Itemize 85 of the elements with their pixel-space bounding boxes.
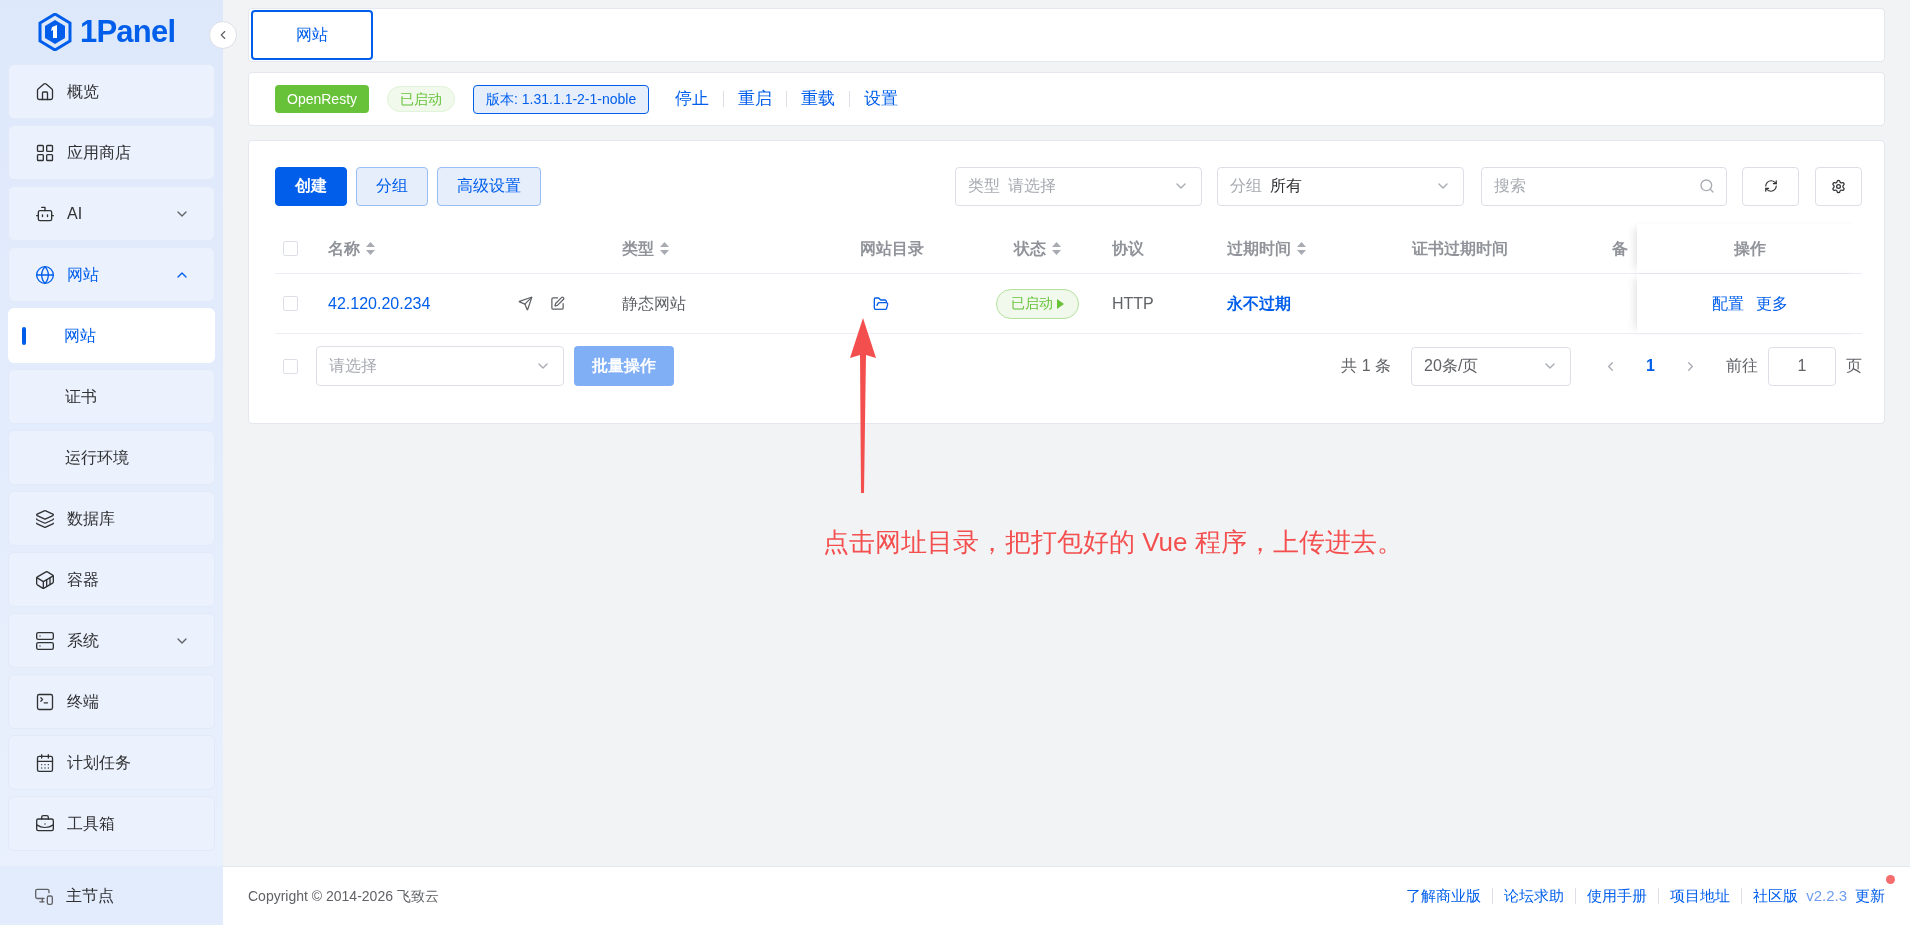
footer-link[interactable]: 社区版 — [1753, 884, 1799, 908]
folder-icon[interactable] — [873, 295, 889, 312]
sidebar-item[interactable]: 计划任务 — [8, 735, 215, 790]
home-icon — [35, 81, 55, 102]
container-icon — [35, 569, 55, 590]
table-cell-text: 静态网站 — [622, 293, 686, 314]
globe-icon — [35, 264, 55, 285]
column-header: 网站目录 — [860, 238, 924, 259]
logo-text: 1Panel — [80, 12, 176, 51]
sidebar-item[interactable]: 应用商店 — [8, 125, 215, 180]
settings-icon — [1831, 178, 1846, 194]
sidebar-item[interactable]: 系统 — [8, 613, 215, 668]
update-link[interactable]: 更新 — [1855, 886, 1885, 904]
column-header: 证书过期时间 — [1412, 238, 1508, 259]
column-header: 名称 — [328, 238, 360, 259]
sidebar-item[interactable]: 工具箱 — [8, 796, 215, 851]
sidebar-item[interactable]: 概览 — [8, 64, 215, 119]
footer-link[interactable]: 项目地址 — [1670, 884, 1731, 908]
sidebar-item[interactable]: AI — [8, 186, 215, 241]
sidebar-item[interactable]: 网站 — [8, 247, 215, 302]
row-action-link[interactable]: 配置 — [1711, 291, 1744, 316]
filter-select[interactable]: 分组 所有 — [1217, 166, 1464, 206]
version-tag: 版本: 1.31.1.1-2-1-noble — [473, 84, 650, 114]
goto-label: 前往 — [1726, 356, 1758, 376]
toolbox-icon — [35, 813, 55, 834]
search-field[interactable]: 搜索 — [1481, 166, 1727, 206]
page-input[interactable]: 1 — [1768, 346, 1836, 386]
column-header: 过期时间 — [1227, 238, 1291, 259]
sort-icon[interactable] — [1297, 242, 1306, 255]
app-tag: OpenResty — [275, 85, 370, 113]
table-cell-text: HTTP — [1112, 293, 1154, 314]
toolbar-button[interactable]: 高级设置 — [437, 166, 541, 206]
sidebar-subitem[interactable]: 运行环境 — [8, 430, 215, 485]
checkbox[interactable] — [283, 241, 298, 256]
row-action-link[interactable]: 更多 — [1755, 291, 1788, 316]
tab[interactable]: 网站 — [251, 10, 373, 60]
toolbar-button[interactable]: 分组 — [356, 166, 428, 206]
server-icon — [35, 630, 55, 651]
sidebar-item[interactable]: 终端 — [8, 674, 215, 729]
terminal-icon — [35, 691, 55, 712]
sort-icon[interactable] — [1052, 242, 1061, 255]
expiry-link[interactable]: 永不过期 — [1227, 291, 1291, 316]
search-icon — [1699, 177, 1715, 194]
sort-icon[interactable] — [366, 242, 375, 255]
version-text: v2.2.3 — [1806, 885, 1847, 906]
action-link[interactable]: 重载 — [801, 86, 836, 112]
page-number[interactable]: 1 — [1646, 354, 1655, 378]
page-size-select[interactable]: 20条/页 — [1411, 346, 1572, 386]
play-icon — [1057, 298, 1064, 309]
annotation-text: 点击网址目录，把打包好的 Vue 程序，上传进去。 — [823, 526, 1403, 559]
sidebar-subitem[interactable]: 证书 — [8, 369, 215, 424]
calendar-icon — [35, 752, 55, 773]
copyright-text: Copyright © 2014-2026 飞致云 — [248, 886, 439, 906]
status-tag: 已启动 — [387, 86, 456, 112]
column-header: 类型 — [622, 238, 654, 259]
node-item[interactable]: 主节点 — [0, 866, 223, 925]
settings-button[interactable] — [1815, 166, 1862, 206]
refresh-icon — [1763, 179, 1778, 193]
column-header: 协议 — [1112, 238, 1144, 259]
send-icon[interactable] — [518, 296, 533, 311]
action-link[interactable]: 设置 — [864, 86, 899, 112]
footer-link[interactable]: 论坛求助 — [1504, 884, 1565, 908]
edit-icon[interactable] — [550, 296, 565, 311]
column-header: 备 — [1612, 238, 1628, 259]
refresh-button[interactable] — [1742, 166, 1799, 206]
site-link[interactable]: 42.120.20.234 — [328, 291, 518, 316]
sidebar-item[interactable]: 容器 — [8, 552, 215, 607]
sidebar-subitem[interactable]: 网站 — [8, 308, 215, 363]
action-link[interactable]: 重启 — [738, 86, 773, 112]
sort-icon[interactable] — [660, 242, 669, 255]
sidebar-item[interactable]: 数据库 — [8, 491, 215, 546]
action-link[interactable]: 停止 — [675, 86, 710, 112]
footer-link[interactable]: 了解商业版 — [1406, 884, 1482, 908]
layers-icon — [35, 508, 55, 529]
toolbar-button[interactable]: 创建 — [275, 166, 347, 206]
column-header: 状态 — [1014, 238, 1046, 259]
active-indicator — [22, 326, 26, 345]
column-header: 操作 — [1733, 238, 1766, 259]
collapse-button[interactable] — [209, 21, 237, 49]
checkbox[interactable] — [283, 296, 298, 311]
total-count: 共 1 条 — [1341, 356, 1392, 376]
footer-link[interactable]: 使用手册 — [1587, 884, 1648, 908]
page-suffix: 页 — [1846, 356, 1862, 376]
grid-icon — [35, 142, 55, 163]
logo-icon — [38, 13, 72, 51]
